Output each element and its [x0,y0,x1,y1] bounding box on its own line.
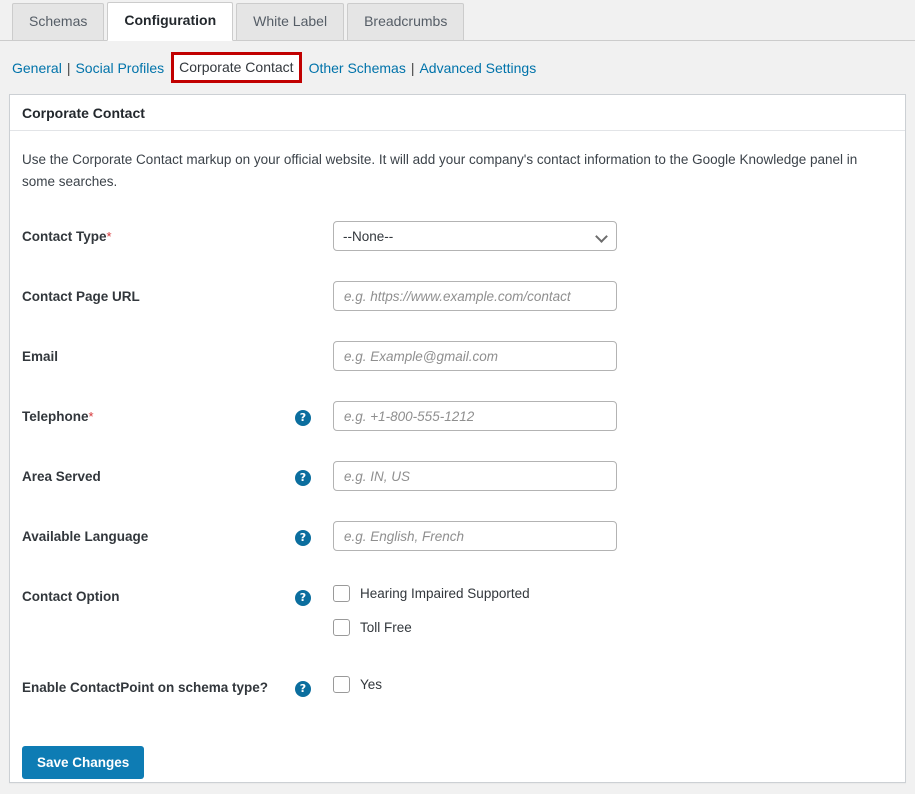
contact-type-select-wrapper: --None-- [333,221,617,251]
form-row-email: Email [22,341,893,401]
form-row-telephone: Telephone* ? [22,401,893,461]
sub-navigation: General | Social Profiles Corporate Cont… [12,52,536,83]
form-row-contact-type: Contact Type* --None-- [22,221,893,281]
help-icon-telephone[interactable]: ? [295,410,311,426]
available-language-input[interactable] [333,521,617,551]
subnav-link-social-profiles[interactable]: Social Profiles [75,57,164,79]
panel-body: Use the Corporate Contact markup on your… [10,149,905,789]
checkbox-label-toll-free[interactable]: Toll Free [360,620,412,635]
enable-contactpoint-field: Yes [333,672,382,706]
contact-type-label-text: Contact Type [22,229,107,244]
telephone-field [333,401,617,431]
checkbox-label-hearing-impaired[interactable]: Hearing Impaired Supported [360,586,530,601]
contact-page-url-field [333,281,617,311]
corporate-contact-form: Contact Type* --None-- Contact Page URL [22,221,893,789]
subnav-link-other-schemas[interactable]: Other Schemas [309,57,406,79]
email-field-wrapper [333,341,617,371]
tab-breadcrumbs[interactable]: Breadcrumbs [347,3,464,41]
contact-option-label: Contact Option [22,589,120,604]
contact-type-select[interactable]: --None-- [333,221,617,251]
contact-type-label: Contact Type* [22,229,112,244]
form-row-enable-contactpoint: Enable ContactPoint on schema type? ? Ye… [22,672,893,732]
help-icon-enable-contactpoint[interactable]: ? [295,681,311,697]
contact-page-url-input[interactable] [333,281,617,311]
subnav-link-general[interactable]: General [12,57,62,79]
tab-breadcrumbs-label: Breadcrumbs [364,13,447,29]
telephone-required-asterisk: * [89,409,94,424]
tab-configuration-label: Configuration [124,12,216,28]
tab-configuration[interactable]: Configuration [107,2,233,41]
tab-bar: Schemas Configuration White Label Breadc… [0,0,915,41]
tab-white-label-label: White Label [253,13,327,29]
email-label: Email [22,349,58,364]
subnav-separator-1: | [62,57,76,79]
form-actions: Save Changes [22,746,893,789]
email-input[interactable] [333,341,617,371]
checkbox-toll-free[interactable] [333,619,350,636]
checkbox-hearing-impaired[interactable] [333,585,350,602]
telephone-label-text: Telephone [22,409,89,424]
checkbox-row-hearing-impaired[interactable]: Hearing Impaired Supported [333,581,530,606]
area-served-field [333,461,617,491]
available-language-field [333,521,617,551]
checkbox-row-toll-free[interactable]: Toll Free [333,615,530,640]
tab-schemas[interactable]: Schemas [12,3,104,41]
enable-contactpoint-label: Enable ContactPoint on schema type? [22,680,268,695]
save-changes-button[interactable]: Save Changes [22,746,144,779]
checkbox-yes[interactable] [333,676,350,693]
form-row-available-language: Available Language ? [22,521,893,581]
form-row-contact-option: Contact Option ? Hearing Impaired Suppor… [22,581,893,672]
tab-white-label[interactable]: White Label [236,3,344,41]
telephone-input[interactable] [333,401,617,431]
checkbox-row-yes[interactable]: Yes [333,672,382,697]
contact-option-field: Hearing Impaired Supported Toll Free [333,581,530,649]
corporate-contact-panel: Corporate Contact Use the Corporate Cont… [9,94,906,783]
help-icon-available-language[interactable]: ? [295,530,311,546]
tab-list: Schemas Configuration White Label Breadc… [12,2,467,41]
panel-description: Use the Corporate Contact markup on your… [22,149,877,193]
panel-title: Corporate Contact [10,95,905,131]
available-language-label: Available Language [22,529,148,544]
checkbox-label-yes[interactable]: Yes [360,677,382,692]
contact-type-field: --None-- [333,221,617,251]
telephone-label: Telephone* [22,409,94,424]
area-served-input[interactable] [333,461,617,491]
tab-schemas-label: Schemas [29,13,87,29]
form-row-contact-page-url: Contact Page URL [22,281,893,341]
subnav-separator-2: | [406,57,420,79]
area-served-label: Area Served [22,469,101,484]
form-row-area-served: Area Served ? [22,461,893,521]
contact-page-url-label: Contact Page URL [22,289,140,304]
help-icon-contact-option[interactable]: ? [295,590,311,606]
subnav-link-corporate-contact[interactable]: Corporate Contact [171,52,301,83]
help-icon-area-served[interactable]: ? [295,470,311,486]
contact-type-required-asterisk: * [107,229,112,244]
subnav-link-advanced-settings[interactable]: Advanced Settings [419,57,536,79]
